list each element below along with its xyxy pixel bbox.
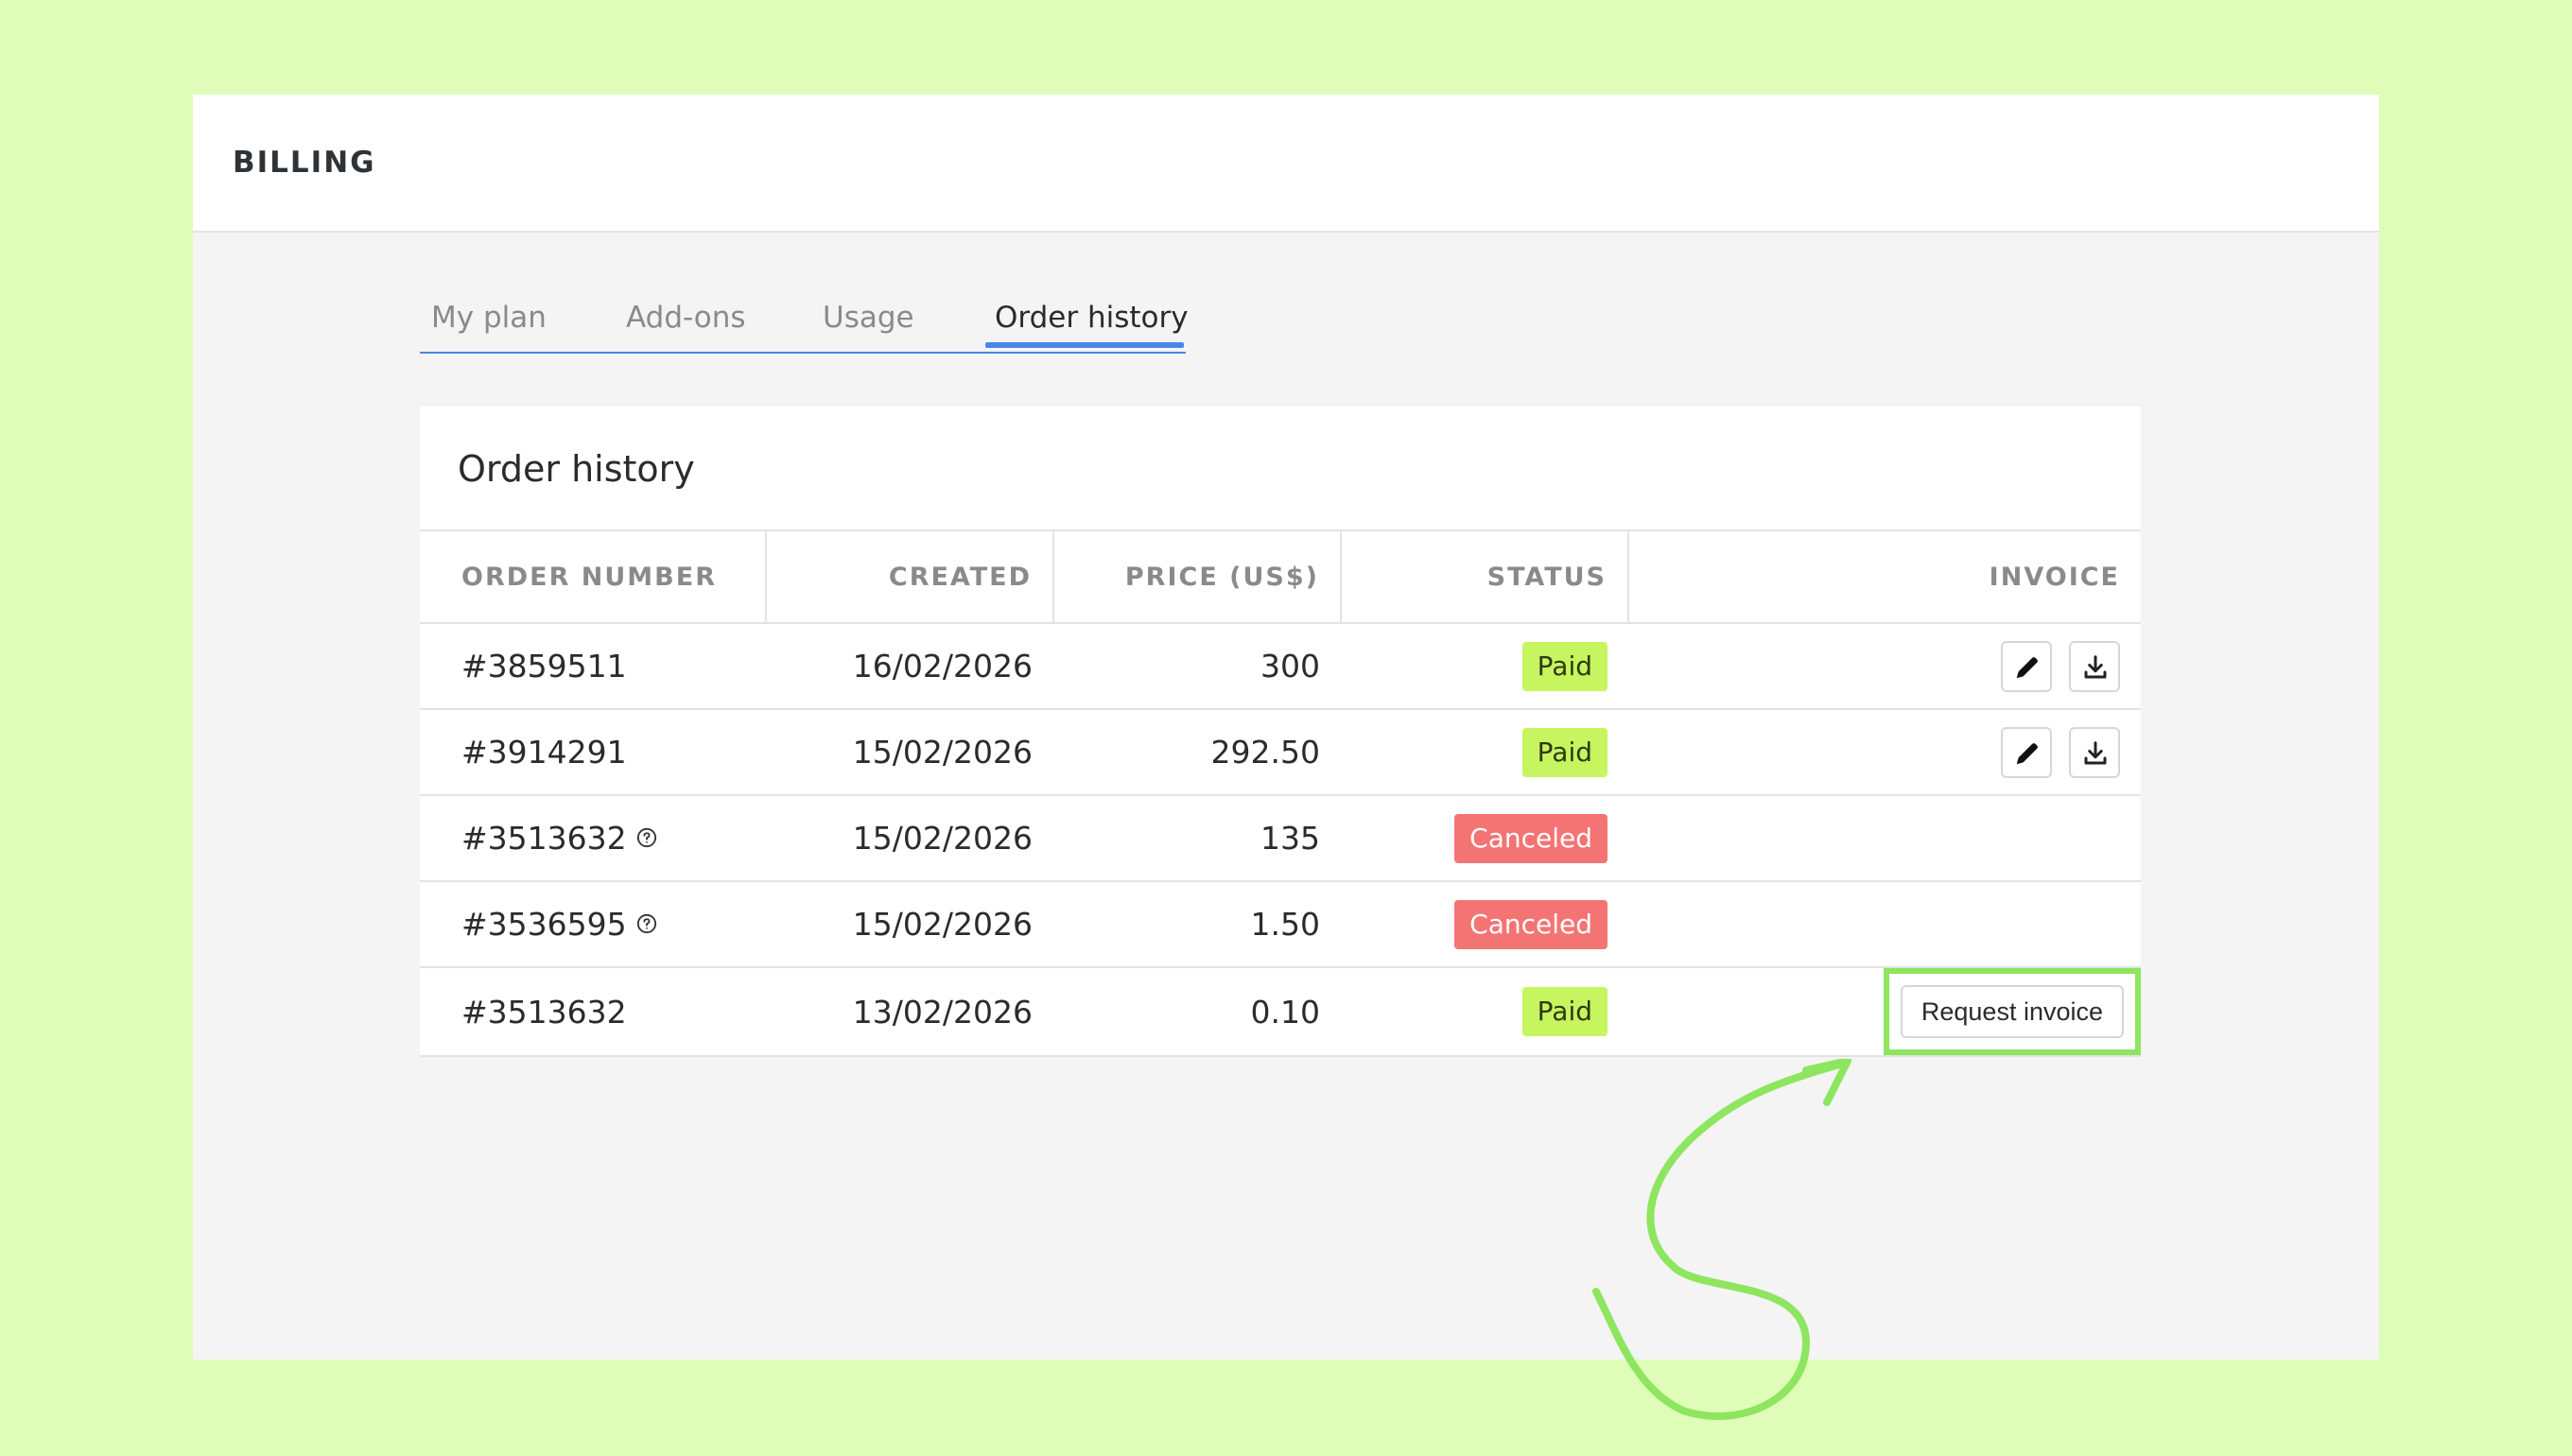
order-history-card: Order history ORDER NUMBER CREATED PRICE…: [420, 407, 2141, 1057]
order-number: #3914291: [461, 734, 627, 771]
pencil-icon: [2016, 742, 2038, 764]
invoice-cell: Request invoice: [1628, 967, 2141, 1057]
created-date: 15/02/2026: [766, 881, 1053, 968]
top-bar: BILLING: [193, 95, 2379, 233]
table-header-row: ORDER NUMBER CREATED PRICE (US$) STATUS …: [420, 529, 2141, 624]
column-header-invoice: INVOICE: [1627, 529, 2141, 624]
request-invoice-highlight: Request invoice: [1883, 968, 2141, 1055]
order-number-cell: #3536595: [420, 881, 766, 968]
order-number-cell: #3914291: [420, 709, 766, 796]
status-badge: Paid: [1521, 641, 1608, 691]
price-value: 1.50: [1053, 881, 1341, 968]
billing-window: BILLING My plan Add-ons Usage Order hist…: [193, 95, 2379, 1360]
active-tab-indicator: [985, 342, 1184, 348]
order-number-cell: #3513632: [420, 795, 766, 882]
price-value: 135: [1053, 795, 1341, 882]
edit-invoice-button[interactable]: [2001, 726, 2052, 778]
order-number-cell: #3859511: [420, 623, 766, 710]
status-cell: Paid: [1341, 709, 1628, 796]
order-history-table: ORDER NUMBER CREATED PRICE (US$) STATUS …: [420, 529, 2141, 1057]
edit-invoice-button[interactable]: [2001, 640, 2052, 692]
download-invoice-button[interactable]: [2069, 726, 2120, 778]
invoice-cell: [1628, 881, 2141, 968]
column-header-created: CREATED: [765, 529, 1053, 624]
card-title: Order history: [458, 448, 695, 490]
column-header-order-number: ORDER NUMBER: [420, 529, 766, 624]
download-icon: [2084, 654, 2107, 678]
created-date: 15/02/2026: [766, 709, 1053, 796]
status-cell: Paid: [1341, 967, 1628, 1057]
invoice-cell: [1628, 709, 2141, 796]
order-number: #3513632: [461, 820, 627, 857]
price-value: 0.10: [1053, 967, 1341, 1057]
download-icon: [2084, 740, 2107, 764]
curved-arrow-annotation: [1592, 1059, 1851, 1420]
column-header-price: PRICE (US$): [1052, 529, 1341, 624]
table-row: #3536595 15/02/2026 1.50 Canceled: [420, 881, 2141, 968]
table-row: #3513632 15/02/2026 135 Canceled: [420, 795, 2141, 882]
column-header-status: STATUS: [1340, 529, 1628, 624]
price-value: 292.50: [1053, 709, 1341, 796]
status-badge: Paid: [1521, 987, 1608, 1036]
question-circle-icon[interactable]: [636, 827, 657, 848]
order-number-cell: #3513632: [420, 967, 766, 1057]
invoice-cell: [1628, 623, 2141, 710]
created-date: 16/02/2026: [766, 623, 1053, 710]
created-date: 13/02/2026: [766, 967, 1053, 1057]
pencil-icon: [2016, 656, 2038, 678]
request-invoice-button[interactable]: Request invoice: [1900, 985, 2124, 1038]
order-number: #3536595: [461, 906, 627, 943]
status-cell: Canceled: [1341, 795, 1628, 882]
table-row: #3513632 13/02/2026 0.10 Paid Request in…: [420, 967, 2141, 1057]
status-cell: Paid: [1341, 623, 1628, 710]
status-badge: Paid: [1521, 727, 1608, 777]
status-cell: Canceled: [1341, 881, 1628, 968]
invoice-cell: [1628, 795, 2141, 882]
download-invoice-button[interactable]: [2069, 640, 2120, 692]
tab-add-ons[interactable]: Add-ons: [626, 293, 746, 354]
table-row: #3859511 16/02/2026 300 Paid: [420, 623, 2141, 710]
order-number: #3513632: [461, 993, 627, 1031]
price-value: 300: [1053, 623, 1341, 710]
created-date: 15/02/2026: [766, 795, 1053, 882]
tab-my-plan[interactable]: My plan: [431, 293, 547, 354]
order-number: #3859511: [461, 648, 627, 685]
table-row: #3914291 15/02/2026 292.50 Paid: [420, 709, 2141, 796]
page-title: BILLING: [233, 146, 376, 180]
status-badge: Canceled: [1454, 899, 1608, 949]
tab-usage[interactable]: Usage: [823, 293, 914, 354]
status-badge: Canceled: [1454, 813, 1608, 863]
question-circle-icon[interactable]: [636, 913, 657, 934]
